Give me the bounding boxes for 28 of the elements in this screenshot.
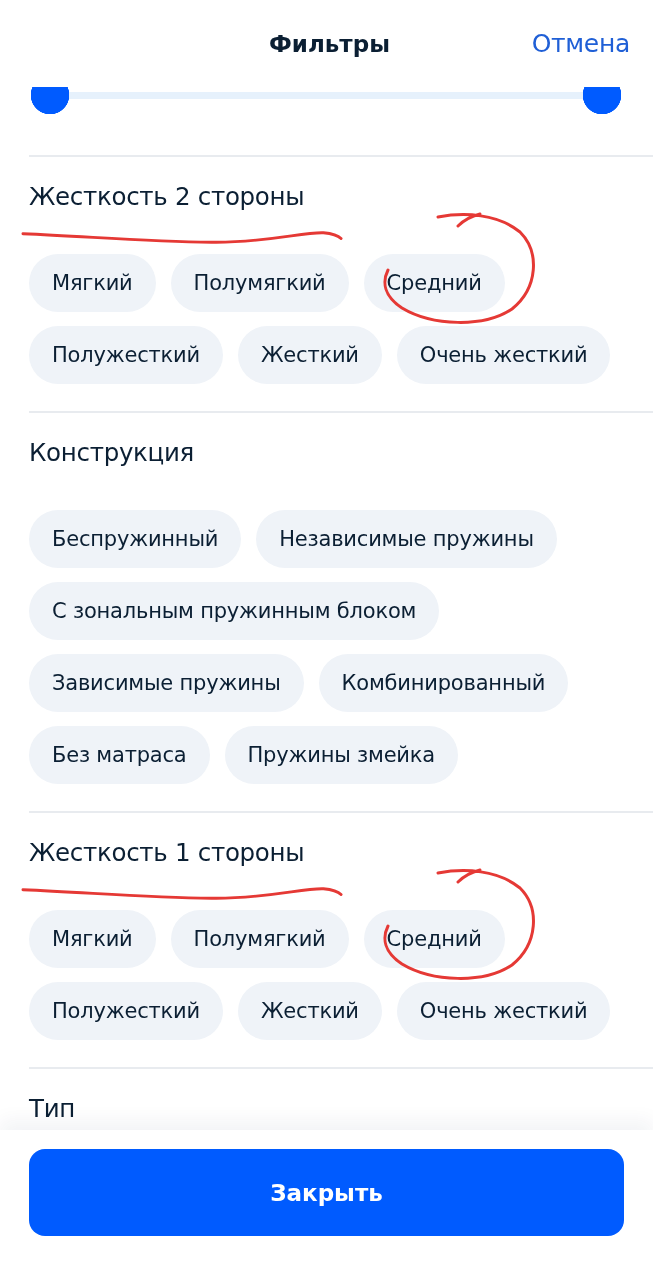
filter-chip[interactable]: Независимые пружины bbox=[256, 510, 557, 568]
filter-chip[interactable]: Полумягкий bbox=[170, 254, 349, 312]
slider-thumb[interactable] bbox=[31, 87, 69, 114]
filter-chip[interactable]: Зависимые пружины bbox=[29, 654, 304, 712]
filter-chip[interactable]: Полужесткий bbox=[29, 326, 223, 384]
section-title: Конструкция bbox=[29, 438, 195, 468]
screen-title: Фильтры bbox=[269, 30, 390, 57]
filter-chip[interactable]: Беспружинный bbox=[29, 510, 242, 568]
filter-chip[interactable]: Полужесткий bbox=[29, 982, 223, 1040]
filter-chip[interactable]: Полумягкий bbox=[170, 910, 349, 968]
section-title: Жесткость 1 стороны bbox=[29, 838, 305, 868]
filter-chip[interactable]: Средний bbox=[363, 254, 505, 312]
filter-chip[interactable]: Мягкий bbox=[29, 254, 156, 312]
filter-chip[interactable]: Очень жесткий bbox=[396, 982, 611, 1040]
filter-chip[interactable]: Очень жесткий bbox=[396, 326, 611, 384]
filter-chip[interactable]: Жесткий bbox=[237, 326, 382, 384]
filter-chip[interactable]: С зональным пружинным блоком bbox=[29, 582, 440, 640]
cancel-link[interactable]: Отмена bbox=[531, 29, 630, 58]
filter-chip[interactable]: Средний bbox=[363, 910, 505, 968]
filter-chip[interactable]: Без матраса bbox=[29, 726, 210, 784]
filter-chip[interactable]: Комбинированный bbox=[318, 654, 569, 712]
slider-thumb[interactable] bbox=[583, 87, 621, 114]
filter-chip[interactable]: Мягкий bbox=[29, 910, 156, 968]
section-title: Жесткость 2 стороны bbox=[29, 182, 305, 212]
section-title: Тип bbox=[29, 1094, 75, 1124]
filter-chip[interactable]: Пружины змейка bbox=[224, 726, 458, 784]
close-button[interactable]: Закрыть bbox=[29, 1149, 624, 1236]
filter-chip[interactable]: Жесткий bbox=[237, 982, 382, 1040]
